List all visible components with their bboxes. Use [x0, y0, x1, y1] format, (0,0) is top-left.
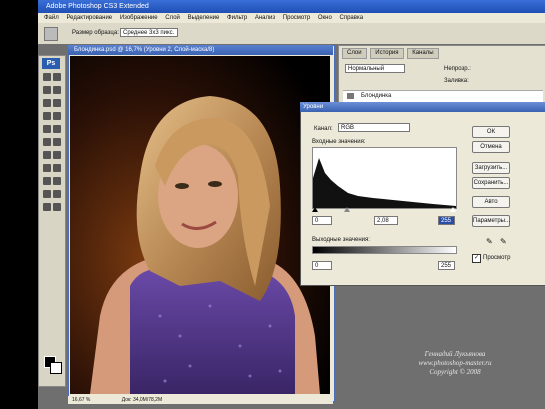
magic-wand-tool-icon[interactable] [53, 86, 61, 94]
notes-tool-icon[interactable] [43, 190, 51, 198]
document-status-bar: 16,67 % Док: 34,0М/78,2М [68, 396, 333, 404]
background-color-swatch[interactable] [50, 362, 62, 374]
preview-checkbox[interactable]: ✓ [472, 254, 481, 263]
menu-image[interactable]: Изображение [120, 15, 158, 21]
output-gradient-bar [312, 246, 457, 254]
layer-name: Блондинка [361, 93, 392, 99]
save-button[interactable]: Сохранить... [472, 177, 510, 189]
black-point-slider[interactable] [312, 207, 318, 212]
document-title-bar: Блондинка.psd @ 16,7% (Уровни 2, Слой-ма… [68, 45, 333, 55]
gradient-tool-icon[interactable] [53, 138, 61, 146]
healing-tool-icon[interactable] [43, 112, 51, 120]
input-black-field[interactable]: 0 [312, 216, 332, 225]
options-button[interactable]: Параметры... [472, 215, 510, 227]
type-tool-icon[interactable] [53, 164, 61, 172]
ok-button[interactable]: ОК [472, 126, 510, 138]
app-title: Adobe Photoshop CS3 Extended [46, 3, 149, 10]
signature-site: www.photoshop-master.ru [418, 359, 492, 367]
app-title-bar: Adobe Photoshop CS3 Extended [38, 0, 545, 13]
cancel-button[interactable]: Отмена [472, 141, 510, 153]
menu-help[interactable]: Справка [340, 15, 364, 21]
move-tool-icon[interactable] [43, 73, 51, 81]
zoom-tool-icon[interactable] [53, 203, 61, 211]
preview-label: Просмотр [483, 255, 511, 261]
menu-select[interactable]: Выделение [188, 15, 220, 21]
opacity-label: Непрозр.: [444, 66, 471, 72]
pen-tool-icon[interactable] [43, 164, 51, 172]
history-brush-tool-icon[interactable] [53, 125, 61, 133]
slice-tool-icon[interactable] [53, 99, 61, 107]
sample-size-label: Размер образца: [72, 30, 119, 36]
black-eyedropper-icon[interactable]: ✎ [486, 237, 496, 246]
photoshop-logo-icon: Ps [42, 58, 60, 69]
blend-mode-select[interactable]: Нормальный [345, 64, 405, 73]
input-slider-track[interactable] [312, 207, 456, 213]
tab-history[interactable]: История [370, 48, 404, 59]
folder-icon [347, 93, 354, 99]
menu-filter[interactable]: Фильтр [227, 15, 247, 21]
gamma-slider[interactable] [344, 207, 350, 212]
zoom-level[interactable]: 16,67 % [72, 397, 90, 403]
signature-copyright: Copyright © 2008 [429, 368, 481, 376]
fill-label: Заливка: [444, 78, 469, 84]
menu-analysis[interactable]: Анализ [255, 15, 275, 21]
document-info: Док: 34,0М/78,2М [121, 397, 163, 403]
eyedropper-tool-icon[interactable] [53, 190, 61, 198]
channel-select[interactable]: RGB [338, 123, 410, 132]
panel-tabs: Слои История Каналы [342, 48, 441, 59]
menu-edit[interactable]: Редактирование [66, 15, 112, 21]
levels-title: Уровни [303, 104, 324, 110]
marquee-tool-icon[interactable] [53, 73, 61, 81]
tab-layers[interactable]: Слои [342, 48, 367, 59]
watermark-signature: Геннадий Лукьянова www.photoshop-master.… [400, 350, 510, 377]
toolbox [38, 55, 66, 387]
channel-label: Канал: [314, 126, 333, 132]
white-point-slider[interactable] [450, 207, 456, 212]
crop-tool-icon[interactable] [43, 99, 51, 107]
menu-view[interactable]: Просмотр [283, 15, 310, 21]
input-gamma-field[interactable]: 2,08 [374, 216, 398, 225]
levels-dialog-title-bar: Уровни [300, 102, 545, 112]
eraser-tool-icon[interactable] [43, 138, 51, 146]
input-values-label: Входные значения: [312, 139, 366, 145]
input-white-field[interactable]: 255 [438, 216, 455, 225]
menu-window[interactable]: Окно [318, 15, 332, 21]
menu-layer[interactable]: Слой [165, 15, 180, 21]
output-black-field[interactable]: 0 [312, 261, 332, 270]
gray-eyedropper-icon[interactable]: ✎ [500, 237, 510, 246]
menu-file[interactable]: Файл [44, 15, 59, 21]
blur-tool-icon[interactable] [43, 151, 51, 159]
options-bar: Размер образца: Среднее 3x3 пикс. [38, 23, 545, 45]
load-button[interactable]: Загрузить... [472, 162, 510, 174]
auto-button[interactable]: Авто [472, 196, 510, 208]
path-select-tool-icon[interactable] [43, 177, 51, 185]
stamp-tool-icon[interactable] [43, 125, 51, 133]
output-values-label: Выходные значения: [312, 237, 370, 243]
lasso-tool-icon[interactable] [43, 86, 51, 94]
signature-name: Геннадий Лукьянова [424, 350, 486, 358]
document-title: Блондинка.psd @ 16,7% (Уровни 2, Слой-ма… [74, 47, 215, 53]
sample-size-select[interactable]: Среднее 3x3 пикс. [120, 28, 178, 37]
output-white-field[interactable]: 255 [438, 261, 455, 270]
dodge-tool-icon[interactable] [53, 151, 61, 159]
eyedropper-icon[interactable] [44, 27, 58, 41]
tab-channels[interactable]: Каналы [407, 48, 439, 59]
histogram [312, 147, 457, 209]
brush-tool-icon[interactable] [53, 112, 61, 120]
shape-tool-icon[interactable] [53, 177, 61, 185]
menu-bar: Файл Редактирование Изображение Слой Выд… [38, 13, 545, 23]
hand-tool-icon[interactable] [43, 203, 51, 211]
portrait-photo [70, 56, 330, 394]
